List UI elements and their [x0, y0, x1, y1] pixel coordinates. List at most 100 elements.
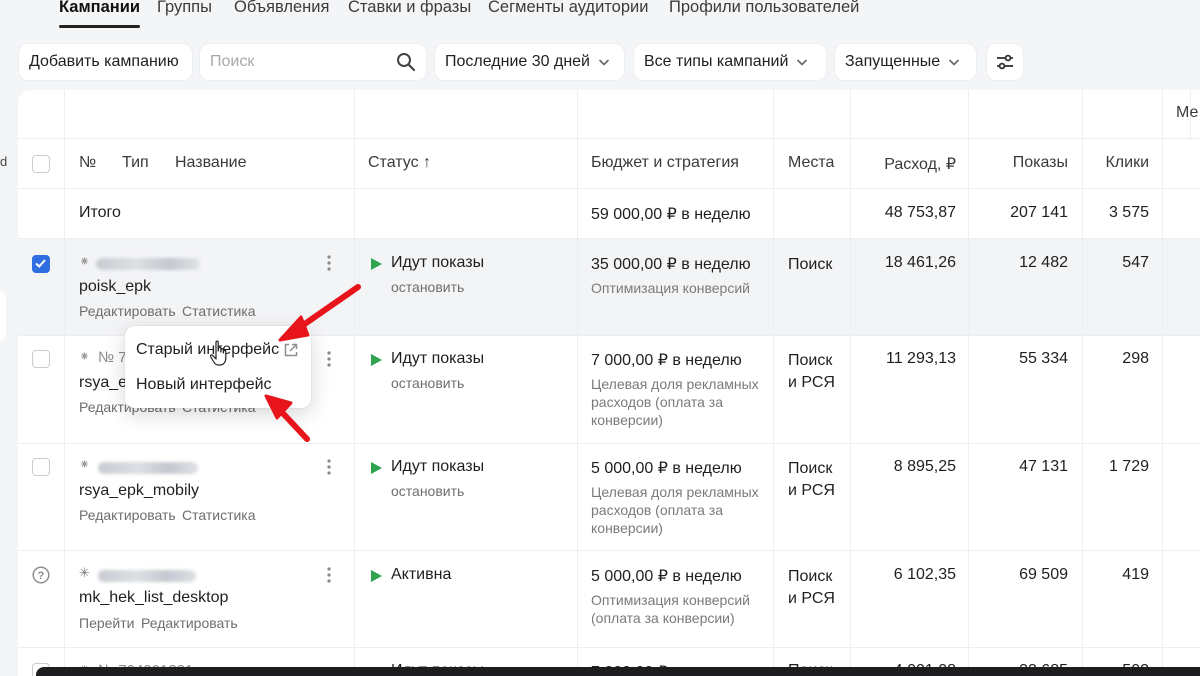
go-link[interactable]: Перейти: [79, 615, 134, 631]
search-icon[interactable]: [396, 52, 416, 72]
header-spend[interactable]: Расход, ₽: [850, 154, 956, 174]
search-field[interactable]: [200, 44, 426, 80]
header-name[interactable]: Название: [175, 154, 247, 172]
old-interface-item[interactable]: Старый интерфейс: [136, 341, 279, 359]
total-impressions: 207 141: [1010, 204, 1068, 221]
campaign-name[interactable]: poisk_epk: [79, 278, 151, 296]
tab-ads[interactable]: Объявления: [234, 0, 329, 17]
total-label: Итого: [79, 204, 121, 221]
clicks-value: 298: [1122, 350, 1149, 367]
strategy-text: Оптимизация конверсий: [591, 280, 750, 296]
select-all-checkbox[interactable]: [32, 155, 50, 173]
impressions-value: 47 131: [1019, 458, 1068, 475]
stop-link[interactable]: остановить: [391, 375, 464, 391]
new-interface-item[interactable]: Новый интерфейс: [136, 376, 272, 394]
row-checkbox[interactable]: [32, 255, 50, 273]
state-filter-label: Запущенные: [845, 53, 941, 70]
strategy-text: Оптимизация конверсий (оплата за конверс…: [591, 592, 750, 626]
campaign-name[interactable]: mk_hek_list_desktop: [79, 589, 228, 607]
budget-value: 5 000,00 ₽ в неделю: [591, 568, 742, 585]
type-icon: ⁕: [79, 457, 90, 472]
filter-settings-button[interactable]: [987, 44, 1023, 80]
left-edge: d: [0, 90, 18, 676]
header-budget[interactable]: Бюджет и стратегия: [591, 154, 739, 172]
campaign-type-select[interactable]: Все типы кампаний: [634, 44, 826, 80]
chevron-down-icon: [598, 59, 610, 66]
search-input[interactable]: [210, 52, 390, 72]
external-link-icon[interactable]: [283, 342, 299, 358]
header-next-column: Ме: [1176, 104, 1199, 121]
status-text: Идут показы: [391, 350, 485, 367]
impressions-value: 69 509: [1019, 566, 1068, 583]
more-menu-icon[interactable]: [327, 567, 331, 583]
clicks-value: 419: [1122, 566, 1149, 583]
status-text: Идут показы: [391, 254, 485, 271]
redacted-campaign-number: [96, 258, 200, 270]
status-text: Активна: [391, 566, 452, 583]
tab-campaigns[interactable]: Кампании: [59, 0, 141, 28]
more-menu-icon[interactable]: [327, 459, 331, 475]
row-checkbox[interactable]: [32, 458, 50, 476]
strategy-text: Целевая доля рекламных расходов (оплата …: [591, 484, 759, 536]
sliders-icon: [997, 54, 1013, 70]
help-icon[interactable]: ?: [32, 566, 50, 584]
statistics-link[interactable]: Статистика: [182, 507, 256, 523]
play-icon: [371, 258, 382, 270]
play-icon: [371, 354, 382, 366]
impressions-value: 12 482: [1019, 254, 1068, 271]
edit-link[interactable]: Редактировать: [79, 507, 176, 523]
period-label: Последние 30 дней: [445, 53, 590, 70]
add-campaign-button[interactable]: Добавить кампанию: [19, 44, 192, 80]
play-icon: [371, 570, 382, 582]
tab-audience-segments[interactable]: Сегменты аудитории: [488, 0, 648, 17]
campaign-tabs: Кампании Группы Объявления Ставки и фраз…: [0, 0, 1200, 40]
statistics-link[interactable]: Статистика: [182, 303, 256, 319]
row-checkbox[interactable]: [32, 350, 50, 368]
chevron-down-icon: [949, 59, 960, 66]
places-value: Поиск: [788, 256, 833, 273]
budget-value: 5 000,00 ₽ в неделю: [591, 460, 742, 477]
edit-link[interactable]: Редактировать: [79, 303, 176, 319]
campaign-type-label: Все типы кампаний: [644, 53, 789, 70]
spend-value: 6 102,35: [893, 566, 956, 583]
campaign-name[interactable]: rsya_epk_mobily: [79, 482, 199, 500]
stop-link[interactable]: остановить: [391, 279, 464, 295]
spend-value: 11 293,13: [886, 350, 956, 367]
edit-link[interactable]: Редактировать: [141, 615, 238, 631]
strategy-text: Целевая доля рекламных расходов (оплата …: [591, 376, 759, 428]
budget-value: 35 000,00 ₽ в неделю: [591, 256, 751, 273]
tab-user-profiles[interactable]: Профили пользователей: [669, 0, 859, 17]
tab-groups[interactable]: Группы: [157, 0, 212, 17]
type-icon: ✳: [79, 565, 90, 580]
campaign-number: № 7: [98, 349, 127, 366]
impressions-value: 55 334: [1019, 350, 1068, 367]
left-edge-tab[interactable]: [0, 292, 6, 340]
header-places[interactable]: Места: [788, 154, 834, 172]
tab-bids-phrases[interactable]: Ставки и фразы: [348, 0, 471, 17]
left-edge-label: d: [0, 154, 8, 169]
check-icon: [35, 259, 46, 268]
bottom-overlay-bar: [36, 667, 1200, 676]
state-filter-select[interactable]: Запущенные: [835, 44, 976, 80]
type-icon: ⁕: [79, 349, 90, 364]
type-icon: ⁕: [79, 254, 90, 269]
redacted-campaign-number: [98, 570, 196, 582]
places-value: Поиск и РСЯ: [788, 352, 835, 391]
spend-value: 18 461,26: [884, 254, 956, 271]
header-type[interactable]: Тип: [122, 154, 149, 172]
status-text: Идут показы: [391, 458, 485, 475]
total-budget: 59 000,00 ₽ в неделю: [591, 206, 751, 223]
budget-value: 7 000,00 ₽ в неделю: [591, 352, 742, 369]
more-menu-icon[interactable]: [327, 351, 331, 367]
header-num[interactable]: №: [79, 154, 96, 172]
header-impressions[interactable]: Показы: [968, 154, 1068, 172]
header-clicks[interactable]: Клики: [1082, 154, 1149, 172]
header-status[interactable]: Статус ↑: [368, 154, 431, 172]
places-value: Поиск и РСЯ: [788, 460, 835, 499]
clicks-value: 1 729: [1108, 458, 1149, 475]
campaigns-toolbar: Добавить кампанию Последние 30 дней Все …: [0, 44, 1200, 82]
stop-link[interactable]: остановить: [391, 483, 464, 499]
add-campaign-label: Добавить кампанию: [29, 53, 179, 70]
period-select[interactable]: Последние 30 дней: [435, 44, 624, 80]
more-menu-icon[interactable]: [327, 255, 331, 271]
